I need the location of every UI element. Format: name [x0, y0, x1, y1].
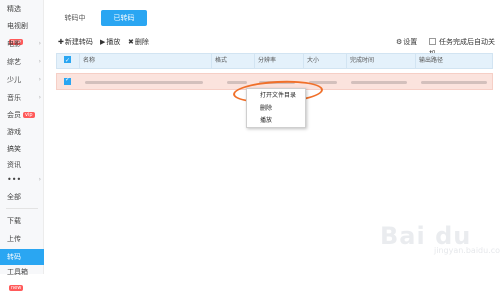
close-icon: ✖ [128, 36, 134, 48]
sidebar-item-games[interactable]: 游戏 [0, 124, 44, 140]
sidebar-item-music[interactable]: 音乐› [0, 90, 44, 106]
settings-button[interactable]: ⚙设置 [396, 36, 417, 48]
sidebar-item-vip[interactable]: 会员vip [0, 107, 44, 123]
select-all-checkbox[interactable] [64, 56, 71, 63]
play-icon: ▶ [100, 36, 105, 48]
menu-item-play[interactable]: 播放 [247, 115, 305, 127]
redacted-finish-time [351, 81, 407, 84]
redacted-filename [85, 81, 203, 84]
chevron-right-icon: › [39, 172, 41, 188]
new-transcode-button[interactable]: ✚新建转码 [58, 36, 93, 48]
delete-button[interactable]: ✖删除 [128, 36, 149, 48]
sidebar-item-featured[interactable]: 精选 [0, 1, 44, 17]
menu-item-delete[interactable]: 删除 [247, 103, 305, 115]
chevron-right-icon: › [39, 36, 41, 52]
chevron-right-icon: › [39, 90, 41, 106]
sidebar-divider [6, 208, 38, 209]
sidebar-item-upload[interactable]: 上传 [0, 231, 44, 247]
column-header-resolution[interactable]: 分辨率 [254, 54, 276, 68]
menu-item-open-folder[interactable]: 打开文件目录 [247, 90, 305, 102]
column-header-size[interactable]: 大小 [303, 54, 319, 68]
row-checkbox[interactable] [64, 78, 71, 85]
gear-icon: ⚙ [396, 36, 402, 48]
column-header-output-path[interactable]: 输出路径 [415, 54, 443, 68]
column-header-name[interactable]: 名称 [79, 54, 95, 68]
tab-converted[interactable]: 已转码 [101, 10, 147, 26]
sidebar-item-movies[interactable]: 电影› [0, 36, 44, 52]
sidebar-item-variety[interactable]: 综艺› [0, 54, 44, 70]
sidebar-more-icon[interactable]: •••› [0, 172, 44, 188]
sidebar-item-all[interactable]: 全部 [0, 189, 44, 205]
chevron-right-icon: › [39, 72, 41, 88]
sidebar-item-transcode[interactable]: 转码 [0, 249, 44, 265]
table-header: 名称 格式 分辨率 大小 完成时间 输出路径 [56, 53, 493, 69]
sidebar-item-funny[interactable]: 搞笑 [0, 141, 44, 157]
sidebar: 精选 电视剧new 电影› 综艺› 少儿› 音乐› 会员vip 游戏 搞笑 资讯… [0, 0, 44, 274]
column-header-finish-time[interactable]: 完成时间 [346, 54, 374, 68]
chevron-right-icon: › [39, 54, 41, 70]
sidebar-item-download[interactable]: 下载 [0, 213, 44, 229]
header-select-all[interactable] [57, 54, 79, 68]
new-badge: new [9, 285, 23, 291]
column-header-format[interactable]: 格式 [211, 54, 227, 68]
baidu-watermark: Bai du jingyan.baidu.com [380, 222, 490, 256]
plus-icon: ✚ [58, 36, 64, 48]
redacted-output-path [421, 81, 487, 84]
tab-converting[interactable]: 转码中 [58, 10, 92, 26]
sidebar-item-tv[interactable]: 电视剧new [0, 18, 44, 34]
sidebar-item-news[interactable]: 资讯 [0, 157, 44, 173]
context-menu: 打开文件目录 删除 播放 [246, 88, 306, 128]
vip-badge: vip [23, 112, 35, 118]
sidebar-item-kids[interactable]: 少儿› [0, 72, 44, 88]
play-button[interactable]: ▶播放 [100, 36, 120, 48]
toolbar: ✚新建转码 ▶播放 ✖删除 ⚙设置 任务完成后自动关机 [56, 36, 500, 48]
redacted-format [227, 81, 247, 84]
sidebar-item-toolbox[interactable]: 工具箱new [0, 264, 44, 280]
auto-shutdown-checkbox[interactable] [429, 38, 436, 45]
